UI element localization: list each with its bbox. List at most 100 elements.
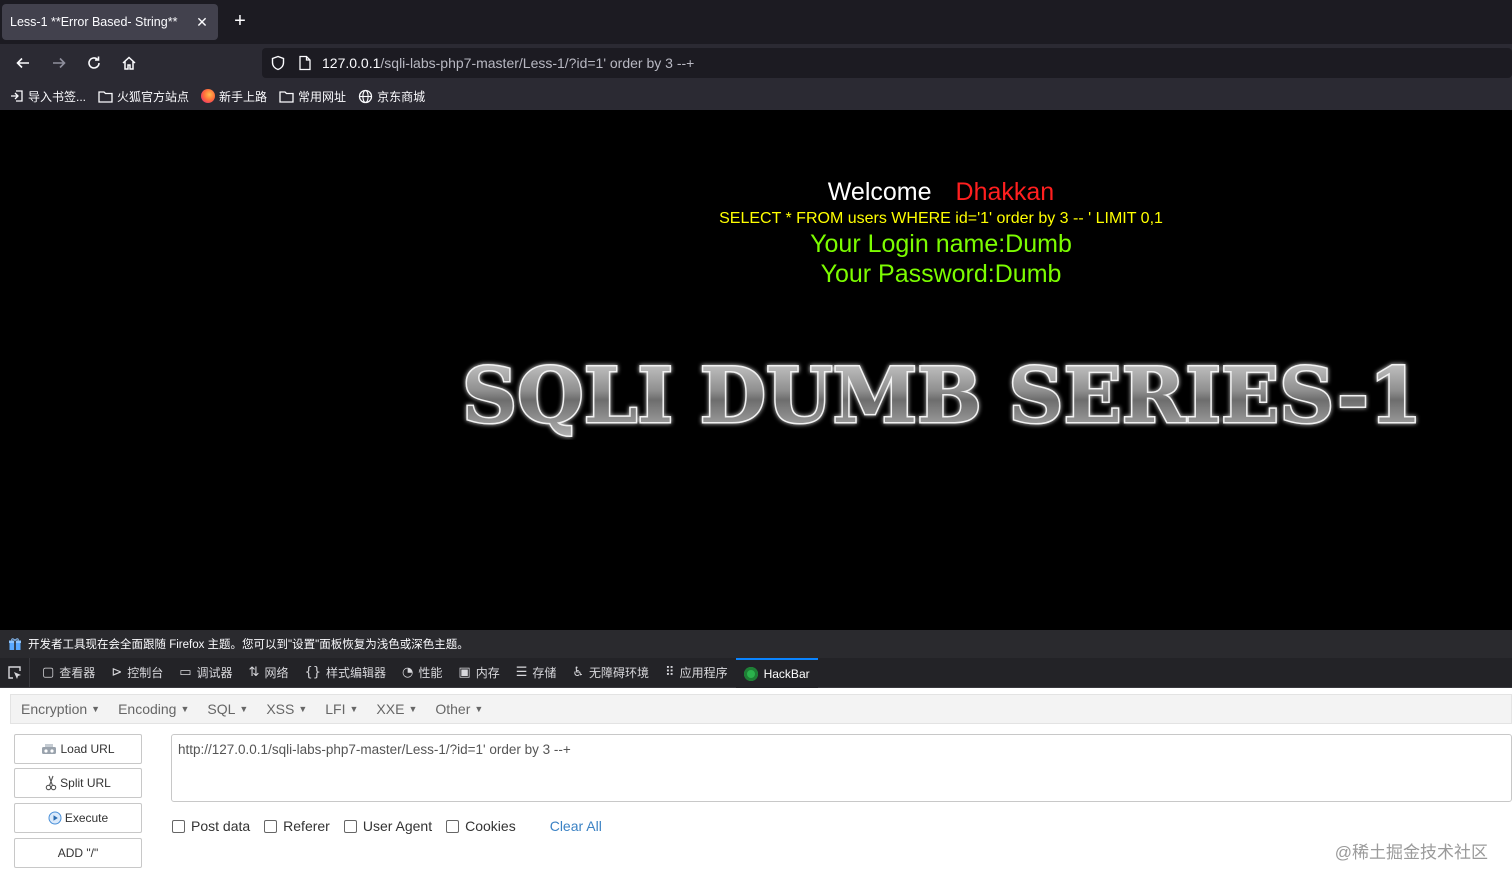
shield-icon[interactable]	[270, 55, 286, 76]
checkbox[interactable]	[172, 819, 185, 833]
tab-label: 应用程序	[679, 666, 728, 680]
performance-icon: ◔	[402, 665, 414, 680]
tab-inspector[interactable]: ▢ 查看器	[34, 658, 103, 688]
bookmark-common-sites[interactable]: 常用网址	[279, 88, 346, 105]
menu-encryption[interactable]: Encryption ▼	[21, 701, 100, 717]
menu-label: XXE	[376, 701, 405, 717]
bookmark-label: 京东商城	[377, 89, 426, 104]
tab-application[interactable]: ⠿ 应用程序	[657, 658, 736, 688]
menu-label: SQL	[207, 701, 236, 717]
button-label: Load URL	[60, 742, 115, 756]
debugger-icon: ▭	[179, 665, 192, 680]
tab-style-editor[interactable]: {} 样式编辑器	[296, 658, 394, 688]
tab-accessibility[interactable]: ♿ 无障碍环境	[564, 658, 657, 688]
forward-icon[interactable]	[48, 52, 70, 74]
page-content: Welcome Dhakkan SELECT * FROM users WHERE…	[0, 110, 1512, 630]
sql-query-text: SELECT * FROM users WHERE id='1' order b…	[719, 210, 1163, 227]
menu-label: Other	[435, 701, 471, 717]
url-textarea[interactable]: http://127.0.0.1/sqli-labs-php7-master/L…	[171, 734, 1512, 802]
bookmarks-bar: 导入书签... 火狐官方站点 新手上路 常用网址 京东商城	[0, 82, 1512, 110]
tab-network[interactable]: ⇅ 网络	[241, 658, 297, 688]
url-text[interactable]: 127.0.0.1/sqli-labs-php7-master/Less-1/?…	[322, 55, 694, 71]
button-label: ADD "/"	[57, 846, 99, 860]
bookmark-label: 新手上路	[219, 89, 268, 104]
bookmark-getting-started[interactable]: 新手上路	[201, 88, 267, 105]
load-url-button[interactable]: Load URL	[14, 734, 142, 764]
caret-down-icon: ▼	[408, 704, 418, 714]
tab-console[interactable]: ⊳ 控制台	[103, 658, 171, 688]
tab-label: 内存	[475, 666, 500, 680]
element-picker-icon[interactable]	[0, 657, 30, 688]
checkbox[interactable]	[264, 819, 278, 833]
application-icon: ⠿	[665, 665, 675, 680]
checkbox[interactable]	[343, 819, 357, 833]
watermark: @稀土掘金技术社区	[1334, 843, 1488, 862]
bookmark-import[interactable]: 导入书签...	[10, 88, 86, 105]
bookmark-label: 导入书签...	[28, 89, 87, 104]
tab-hackbar[interactable]: HackBar	[735, 657, 818, 688]
reload-icon[interactable]	[83, 52, 105, 74]
caret-down-icon: ▼	[239, 704, 249, 714]
tab-performance[interactable]: ◔ 性能	[394, 658, 450, 688]
tab-label: 控制台	[127, 666, 164, 680]
url-bar[interactable]: 127.0.0.1/sqli-labs-php7-master/Less-1/?…	[262, 48, 1512, 78]
tab-label: 调试器	[196, 666, 233, 680]
option-label: User Agent	[362, 818, 433, 834]
menu-sql[interactable]: SQL ▼	[207, 701, 248, 717]
cookies-checkbox[interactable]: Cookies	[446, 818, 516, 834]
post-data-checkbox[interactable]: Post data	[172, 818, 250, 834]
split-url-button[interactable]: Split URL	[14, 768, 142, 798]
firefox-icon	[201, 89, 216, 103]
hackbar-icon	[743, 666, 758, 681]
clear-all-link[interactable]: Clear All	[550, 818, 602, 834]
execute-button[interactable]: Execute	[14, 803, 142, 833]
folder-icon	[279, 90, 294, 103]
home-icon[interactable]	[118, 52, 140, 74]
browser-tab[interactable]: Less-1 **Error Based- String** ✕	[2, 4, 218, 40]
gift-icon	[9, 638, 21, 650]
menu-label: LFI	[325, 701, 346, 717]
banner-text: SQLI DUMB SERIES-1	[462, 351, 1422, 440]
bookmark-label: 常用网址	[298, 89, 347, 104]
tab-label: HackBar	[763, 666, 810, 681]
caret-down-icon: ▼	[91, 704, 101, 714]
hackbar-menu: Encryption ▼ Encoding ▼ SQL ▼ XSS ▼ LFI ▼ XXE…	[10, 694, 1512, 724]
url-host: 127.0.0.1	[322, 55, 381, 71]
tab-label: 网络	[264, 666, 289, 680]
accessibility-icon: ♿	[572, 665, 585, 680]
hackbar-options: Post data Referer User Agent Cookies Cle…	[172, 818, 602, 834]
console-icon: ⊳	[111, 665, 123, 680]
menu-xxe[interactable]: XXE ▼	[376, 701, 417, 717]
menu-xss[interactable]: XSS ▼	[266, 701, 307, 717]
style-editor-icon: {}	[304, 665, 322, 680]
tab-label: 查看器	[59, 666, 96, 680]
page-icon	[298, 55, 312, 76]
storage-icon: ☰	[515, 665, 528, 680]
option-label: Cookies	[465, 818, 516, 834]
tab-debugger[interactable]: ▭ 调试器	[171, 658, 240, 688]
checkbox[interactable]	[446, 819, 460, 833]
bookmark-jd[interactable]: 京东商城	[358, 88, 425, 105]
tab-label: 性能	[418, 666, 443, 680]
tab-storage[interactable]: ☰ 存储	[508, 658, 565, 688]
back-icon[interactable]	[12, 52, 34, 74]
menu-lfi[interactable]: LFI ▼	[325, 701, 358, 717]
new-tab-button[interactable]: +	[229, 10, 251, 32]
add-slash-button[interactable]: ADD "/"	[14, 838, 142, 868]
menu-encoding[interactable]: Encoding ▼	[118, 701, 189, 717]
menu-label: Encoding	[118, 701, 177, 717]
tab-label: 样式编辑器	[326, 666, 387, 680]
menu-other[interactable]: Other ▼	[435, 701, 483, 717]
import-icon	[11, 90, 23, 102]
globe-icon	[358, 89, 373, 103]
tab-label: 无障碍环境	[589, 666, 650, 680]
caret-down-icon: ▼	[180, 704, 190, 714]
close-icon[interactable]: ✕	[194, 14, 210, 31]
referer-checkbox[interactable]: Referer	[264, 818, 330, 834]
caret-down-icon: ▼	[349, 704, 359, 714]
memory-icon: ▣	[458, 665, 471, 680]
user-agent-checkbox[interactable]: User Agent	[343, 818, 433, 834]
tab-memory[interactable]: ▣ 内存	[450, 658, 507, 688]
bookmark-firefox-site[interactable]: 火狐官方站点	[98, 88, 189, 105]
url-path: /sqli-labs-php7-master/Less-1/?id=1' ord…	[380, 55, 695, 71]
